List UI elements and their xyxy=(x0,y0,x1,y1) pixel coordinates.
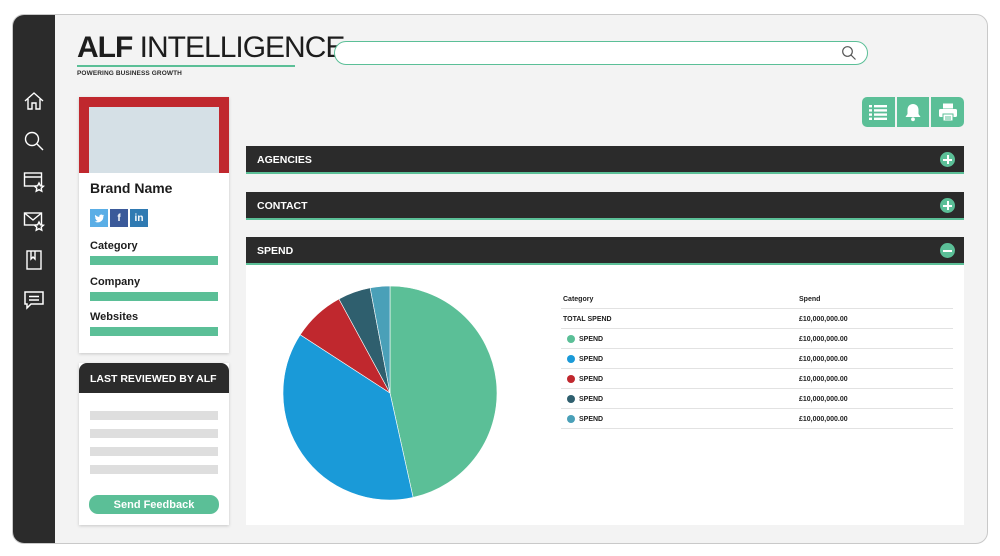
logo-underline xyxy=(77,65,295,67)
legend-dot xyxy=(567,355,575,363)
collapse-minus-icon[interactable] xyxy=(940,243,955,258)
row-value: £10,000,000.00 xyxy=(799,416,848,423)
column-header-spend: Spend xyxy=(799,296,821,303)
row-value: £10,000,000.00 xyxy=(799,336,848,343)
last-reviewed-title: LAST REVIEWED BY ALF xyxy=(79,363,229,393)
app-frame: ALF INTELLIGENCE POWERING BUSINESS GROWT… xyxy=(12,14,988,544)
row-label: SPEND xyxy=(579,336,604,343)
table-row: SPEND £10,000,000.00 xyxy=(561,409,953,429)
notifications-button[interactable] xyxy=(896,97,930,127)
spend-table: Category Spend TOTAL SPEND £10,000,000.0… xyxy=(561,289,953,429)
legend-dot xyxy=(567,375,575,383)
toolbar xyxy=(862,97,965,127)
section-title: CONTACT xyxy=(257,200,308,212)
linkedin-icon[interactable]: in xyxy=(130,209,148,227)
row-value: £10,000,000.00 xyxy=(799,396,848,403)
review-line xyxy=(90,411,218,420)
print-button[interactable] xyxy=(931,97,965,127)
print-icon xyxy=(938,103,957,122)
section-agencies[interactable]: AGENCIES xyxy=(246,146,964,174)
search-input[interactable] xyxy=(349,42,839,62)
table-row: SPEND £10,000,000.00 xyxy=(561,389,953,409)
search-submit-icon[interactable] xyxy=(841,45,857,61)
column-header-category: Category xyxy=(563,296,594,303)
logo-bold: ALF xyxy=(77,31,133,64)
twitter-icon[interactable] xyxy=(90,209,108,227)
app-logo[interactable]: ALF INTELLIGENCE POWERING BUSINESS GROWT… xyxy=(77,31,346,77)
table-row: SPEND £10,000,000.00 xyxy=(561,349,953,369)
legend-dot xyxy=(567,415,575,423)
list-icon xyxy=(869,105,888,120)
total-value: £10,000,000.00 xyxy=(799,316,848,323)
list-view-button[interactable] xyxy=(862,97,895,127)
row-label: SPEND xyxy=(579,376,604,383)
expand-plus-icon[interactable] xyxy=(940,152,955,167)
total-label: TOTAL SPEND xyxy=(563,316,612,323)
chat-icon[interactable] xyxy=(22,288,46,312)
search-icon[interactable] xyxy=(22,129,46,153)
row-label: SPEND xyxy=(579,396,604,403)
review-line xyxy=(90,447,218,456)
row-value: £10,000,000.00 xyxy=(799,376,848,383)
search-box xyxy=(334,41,868,65)
brand-image-placeholder xyxy=(89,107,219,173)
review-line xyxy=(90,429,218,438)
section-title: AGENCIES xyxy=(257,154,312,166)
table-header-row: Category Spend xyxy=(561,289,953,309)
row-label: SPEND xyxy=(579,356,604,363)
spend-pie-chart xyxy=(282,285,498,501)
home-icon[interactable] xyxy=(22,89,46,113)
field-label-websites: Websites xyxy=(90,311,139,323)
send-feedback-button[interactable]: Send Feedback xyxy=(89,495,219,514)
table-row-total: TOTAL SPEND £10,000,000.00 xyxy=(561,309,953,329)
section-title: SPEND xyxy=(257,245,294,257)
section-spend[interactable]: SPEND xyxy=(246,237,964,265)
spend-panel: Category Spend TOTAL SPEND £10,000,000.0… xyxy=(246,265,964,525)
field-value-company xyxy=(90,292,218,301)
row-value: £10,000,000.00 xyxy=(799,356,848,363)
field-label-category: Category xyxy=(90,240,138,252)
starred-mail-icon[interactable] xyxy=(22,208,46,232)
facebook-icon[interactable]: f xyxy=(110,209,128,227)
legend-dot xyxy=(567,335,575,343)
bell-icon xyxy=(905,104,921,122)
brand-card: Brand Name f in Category Company Website… xyxy=(79,97,229,353)
logo-light: INTELLIGENCE xyxy=(139,31,346,64)
starred-window-icon[interactable] xyxy=(22,169,46,193)
table-row: SPEND £10,000,000.00 xyxy=(561,329,953,349)
field-value-websites xyxy=(90,327,218,336)
bookmark-icon[interactable] xyxy=(22,248,46,272)
table-row: SPEND £10,000,000.00 xyxy=(561,369,953,389)
section-contact[interactable]: CONTACT xyxy=(246,192,964,220)
expand-plus-icon[interactable] xyxy=(940,198,955,213)
sidebar-rail xyxy=(13,15,55,543)
last-reviewed-card: LAST REVIEWED BY ALF Send Feedback xyxy=(79,363,229,525)
social-links: f in xyxy=(90,209,148,227)
review-line xyxy=(90,465,218,474)
logo-tagline: POWERING BUSINESS GROWTH xyxy=(77,70,182,77)
legend-dot xyxy=(567,395,575,403)
brand-name: Brand Name xyxy=(90,180,173,196)
field-label-company: Company xyxy=(90,276,141,288)
row-label: SPEND xyxy=(579,416,604,423)
field-value-category xyxy=(90,256,218,265)
